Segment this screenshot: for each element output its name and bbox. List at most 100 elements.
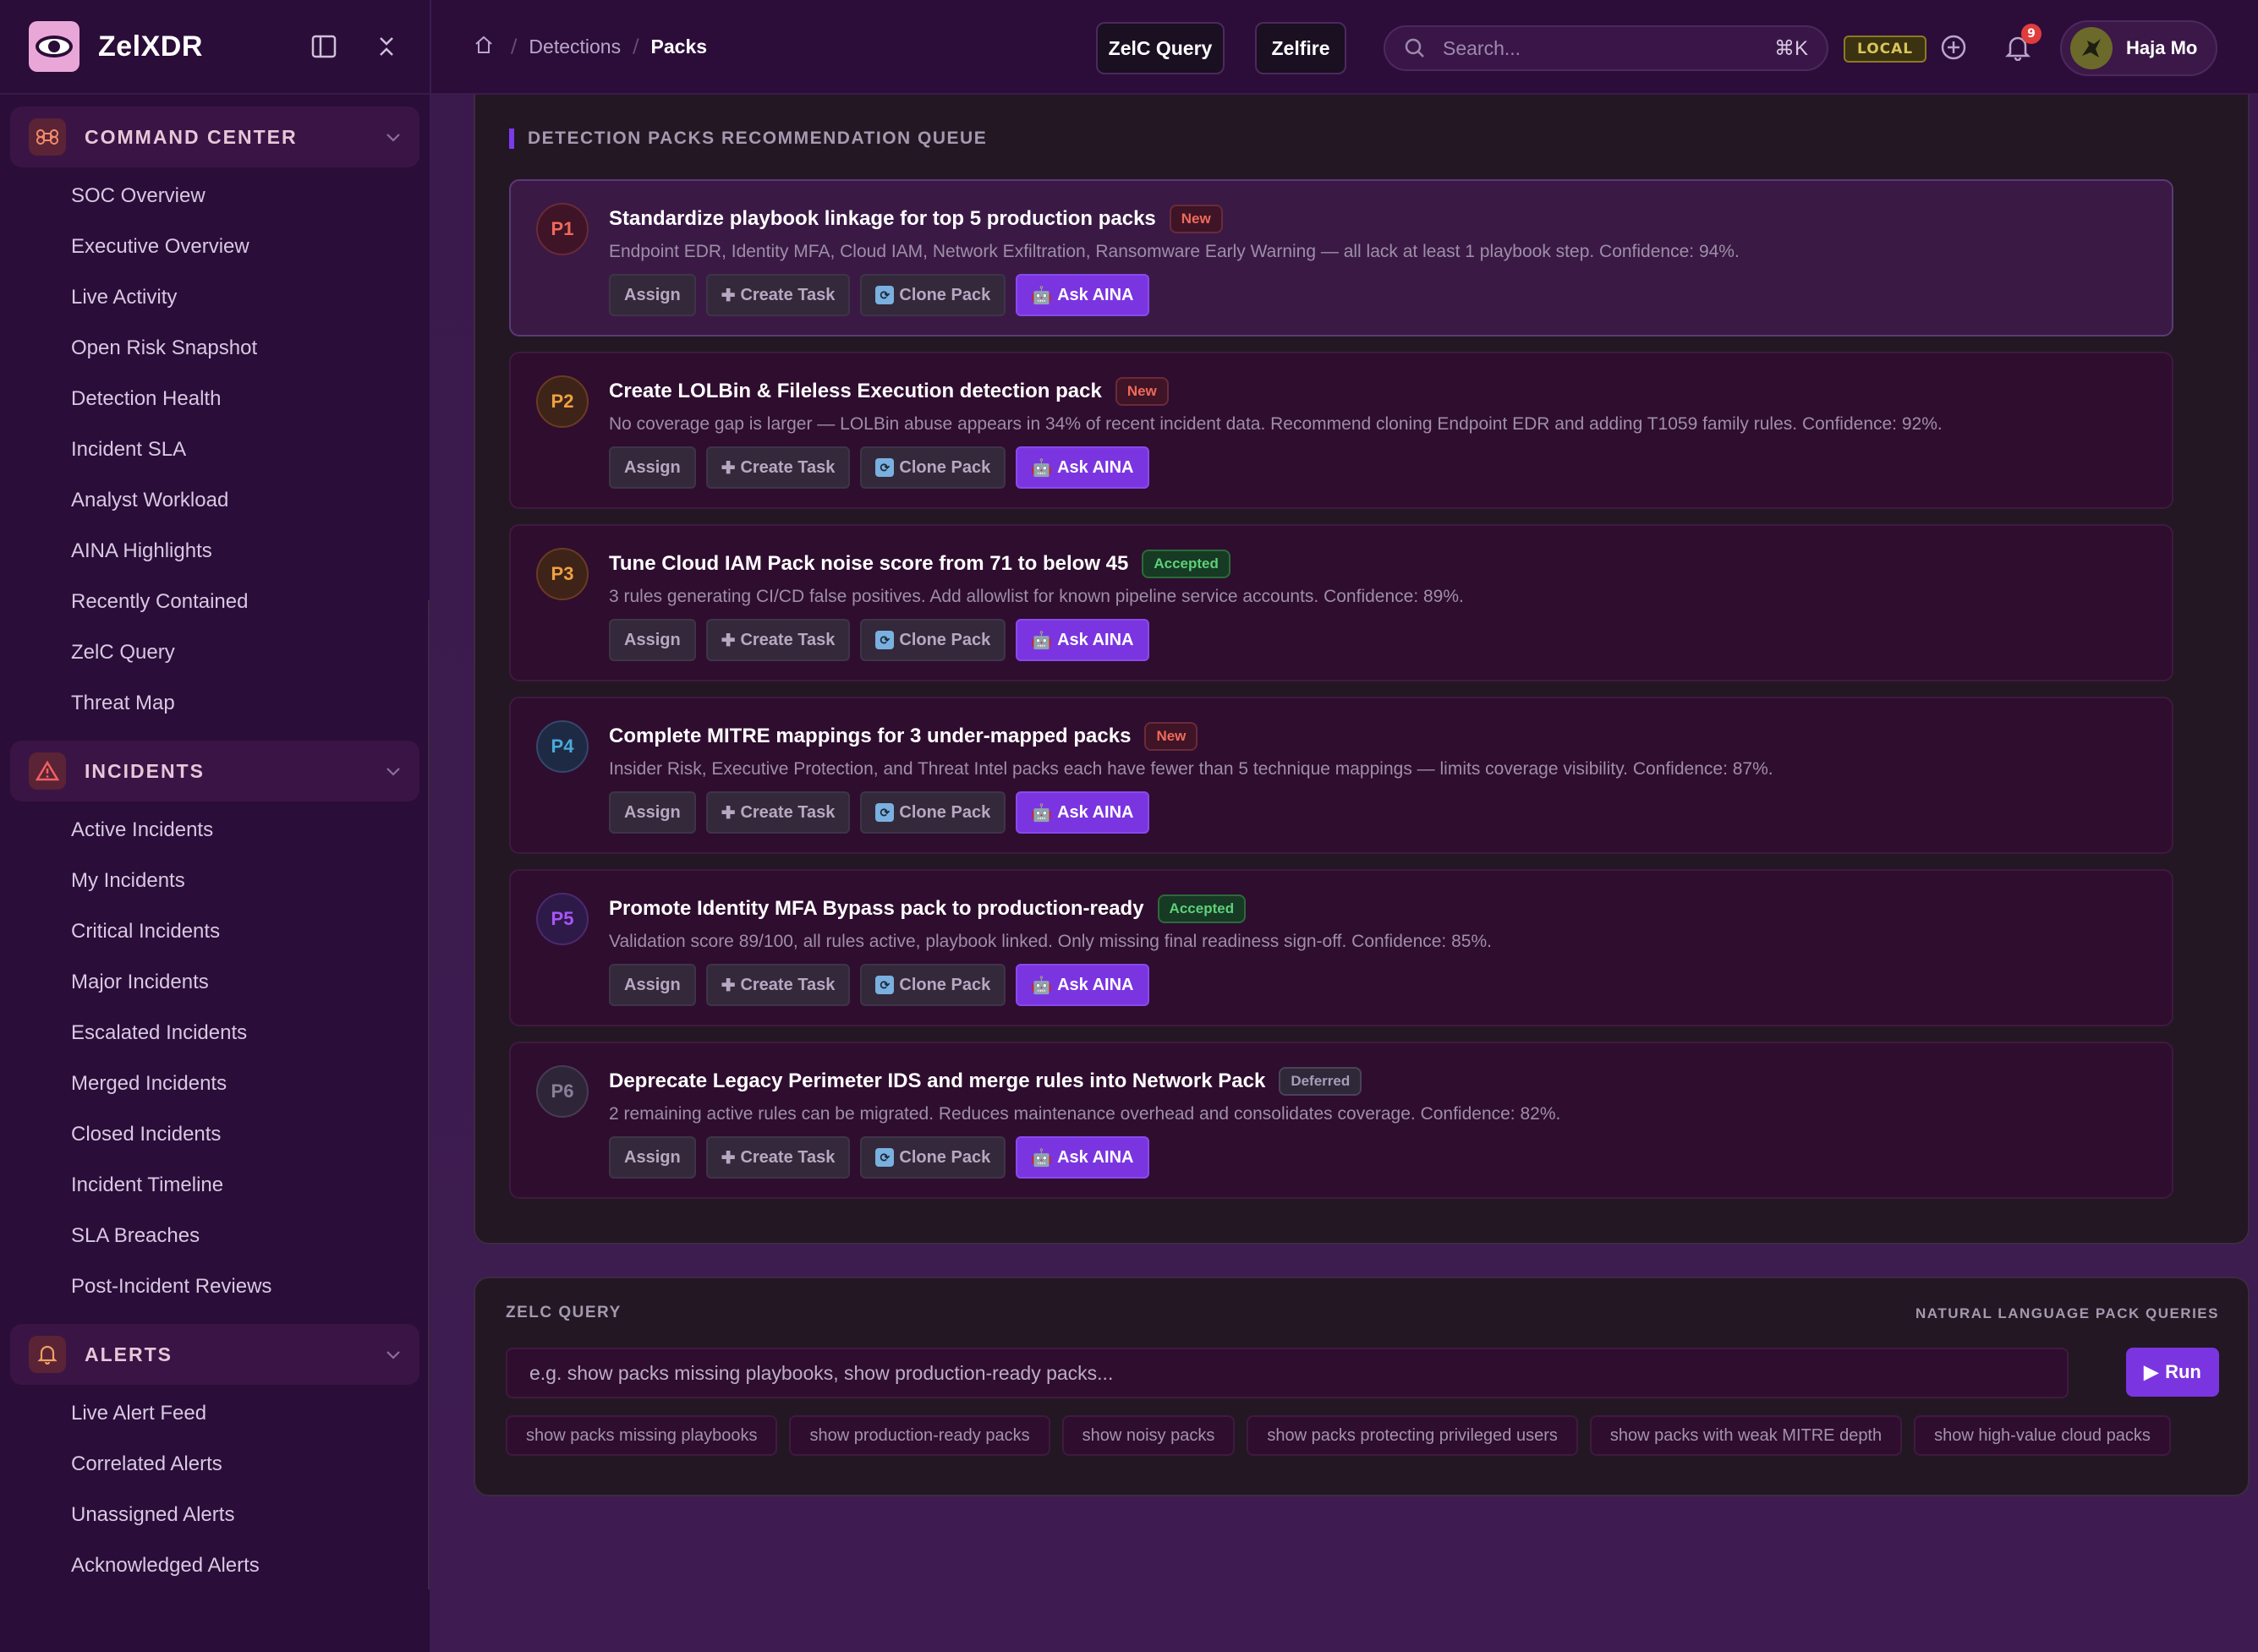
clone-icon: ⟳ [875,976,895,994]
collapse-icon[interactable] [372,32,401,61]
card-actions: Assign ✚ Create Task ⟳ Clone Pack 🤖 Ask AINA [609,791,1149,834]
bell-icon [29,1336,66,1373]
clone-pack-button[interactable]: ⟳ Clone Pack [860,619,1006,661]
recommendation-queue-panel: DETECTION PACKS RECOMMENDATION QUEUE P1 S… [474,95,2250,1244]
zelfire-button[interactable]: Zelfire [1255,22,1346,74]
chevron-down-icon[interactable] [386,761,401,781]
sidebar-item-unassigned-alerts[interactable]: Unassigned Alerts [0,1490,430,1540]
clone-pack-button[interactable]: ⟳ Clone Pack [860,446,1006,489]
section-label: INCIDENTS [85,759,205,782]
recommendation-title: Tune Cloud IAM Pack noise score from 71 … [609,550,1230,578]
run-button[interactable]: ▶ Run [2126,1348,2219,1397]
create-task-button[interactable]: ✚ Create Task [705,446,851,489]
sidebar-item-live-activity[interactable]: Live Activity [0,272,430,323]
clone-icon: ⟳ [875,1148,895,1167]
clone-pack-button[interactable]: ⟳ Clone Pack [860,964,1006,1006]
create-task-button[interactable]: ✚ Create Task [705,619,851,661]
breadcrumb-detections[interactable]: Detections [529,36,621,58]
ask-aina-button[interactable]: 🤖 Ask AINA [1016,619,1149,661]
home-icon[interactable] [469,33,499,61]
sidebar-item-my-incidents[interactable]: My Incidents [0,856,430,906]
assign-button[interactable]: Assign [609,274,696,316]
query-suggestion-chip[interactable]: show noisy packs [1061,1415,1236,1456]
section-header-incidents[interactable]: INCIDENTS [10,741,419,801]
assign-button[interactable]: Assign [609,964,696,1006]
recommendation-description: 2 remaining active rules can be migrated… [609,1104,1561,1124]
recommendation-card[interactable]: P5 Promote Identity MFA Bypass pack to pr… [509,869,2173,1026]
sidebar-item-executive-overview[interactable]: Executive Overview [0,222,430,272]
sidebar-item-incident-sla[interactable]: Incident SLA [0,424,430,475]
status-badge: New [1115,377,1169,406]
recommendation-title-text: Tune Cloud IAM Pack noise score from 71 … [609,552,1129,575]
sidebar-item-incident-timeline[interactable]: Incident Timeline [0,1160,430,1211]
ask-aina-button[interactable]: 🤖 Ask AINA [1016,791,1149,834]
sidebar-toggle-icon[interactable] [310,32,338,61]
recommendation-card[interactable]: P1 Standardize playbook linkage for top 5… [509,179,2173,336]
sidebar-item-recently-contained[interactable]: Recently Contained [0,577,430,627]
ask-aina-button[interactable]: 🤖 Ask AINA [1016,446,1149,489]
section-header-command-center[interactable]: COMMAND CENTER [10,107,419,167]
zelc-query-input[interactable]: e.g. show packs missing playbooks, show … [506,1348,2069,1398]
query-suggestion-chip[interactable]: show production-ready packs [789,1415,1050,1456]
assign-button[interactable]: Assign [609,791,696,834]
sidebar-item-detection-health[interactable]: Detection Health [0,374,430,424]
clone-pack-button[interactable]: ⟳ Clone Pack [860,791,1006,834]
chevron-down-icon[interactable] [386,127,401,147]
sidebar-item-active-incidents[interactable]: Active Incidents [0,805,430,856]
notifications-bell-icon[interactable]: 9 [2001,24,2042,64]
ask-aina-button[interactable]: 🤖 Ask AINA [1016,964,1149,1006]
recommendation-card[interactable]: P3 Tune Cloud IAM Pack noise score from 7… [509,524,2173,681]
sidebar-item-live-alert-feed[interactable]: Live Alert Feed [0,1388,430,1439]
sidebar-item-soc-overview[interactable]: SOC Overview [0,171,430,222]
ask-aina-button[interactable]: 🤖 Ask AINA [1016,1136,1149,1179]
add-icon[interactable] [1937,30,1970,64]
assign-button[interactable]: Assign [609,619,696,661]
chevron-down-icon[interactable] [386,1344,401,1365]
search-shortcut: ⌘K [1773,36,1808,60]
ask-aina-button[interactable]: 🤖 Ask AINA [1016,274,1149,316]
section-header-alerts[interactable]: ALERTS [10,1324,419,1385]
assign-button[interactable]: Assign [609,446,696,489]
sidebar: ZelXDR COMMAND CENTER SOC Overview Executi… [0,0,431,1652]
robot-icon: 🤖 [1031,803,1053,823]
recommendation-card[interactable]: P2 Create LOLBin & Fileless Execution det… [509,352,2173,509]
user-menu[interactable]: Haja Mo [2060,20,2217,76]
sidebar-item-aina-highlights[interactable]: AINA Highlights [0,526,430,577]
sidebar-item-merged-incidents[interactable]: Merged Incidents [0,1058,430,1109]
sidebar-item-post-incident-reviews[interactable]: Post-Incident Reviews [0,1261,430,1312]
clone-pack-button[interactable]: ⟳ Clone Pack [860,1136,1006,1179]
create-task-button[interactable]: ✚ Create Task [705,274,851,316]
topbar: / Detections / Packs ZelC Query Zelfire … [431,0,2258,95]
plus-icon: ✚ [721,458,736,478]
zelc-query-button[interactable]: ZelC Query [1096,22,1225,74]
sidebar-item-correlated-alerts[interactable]: Correlated Alerts [0,1439,430,1490]
status-badge: Accepted [1157,894,1247,923]
sidebar-item-threat-map[interactable]: Threat Map [0,678,430,729]
card-actions: Assign ✚ Create Task ⟳ Clone Pack 🤖 Ask AINA [609,446,1149,489]
query-suggestion-chip[interactable]: show high-value cloud packs [1914,1415,2171,1456]
create-task-button[interactable]: ✚ Create Task [705,791,851,834]
sidebar-item-closed-incidents[interactable]: Closed Incidents [0,1109,430,1160]
sidebar-item-critical-incidents[interactable]: Critical Incidents [0,906,430,957]
sidebar-item-major-incidents[interactable]: Major Incidents [0,957,430,1008]
clone-pack-button[interactable]: ⟳ Clone Pack [860,274,1006,316]
create-task-button[interactable]: ✚ Create Task [705,1136,851,1179]
priority-badge: P1 [536,203,589,255]
sidebar-item-escalated-incidents[interactable]: Escalated Incidents [0,1008,430,1058]
brand-bar: ZelXDR [0,0,430,95]
search-input[interactable]: Search... ⌘K [1384,25,1828,71]
sidebar-item-acknowledged-alerts[interactable]: Acknowledged Alerts [0,1540,430,1591]
recommendation-card[interactable]: P4 Complete MITRE mappings for 3 under-ma… [509,697,2173,854]
recommendation-card[interactable]: P6 Deprecate Legacy Perimeter IDS and mer… [509,1042,2173,1199]
sidebar-item-analyst-workload[interactable]: Analyst Workload [0,475,430,526]
zelc-query-panel: ZELC QUERY NATURAL LANGUAGE PACK QUERIES… [474,1277,2250,1496]
create-task-button[interactable]: ✚ Create Task [705,964,851,1006]
sidebar-item-open-risk-snapshot[interactable]: Open Risk Snapshot [0,323,430,374]
robot-icon: 🤖 [1031,631,1053,650]
query-suggestion-chip[interactable]: show packs missing playbooks [506,1415,778,1456]
sidebar-item-sla-breaches[interactable]: SLA Breaches [0,1211,430,1261]
assign-button[interactable]: Assign [609,1136,696,1179]
query-suggestion-chip[interactable]: show packs protecting privileged users [1247,1415,1578,1456]
sidebar-item-zelc-query[interactable]: ZelC Query [0,627,430,678]
query-suggestion-chip[interactable]: show packs with weak MITRE depth [1589,1415,1903,1456]
